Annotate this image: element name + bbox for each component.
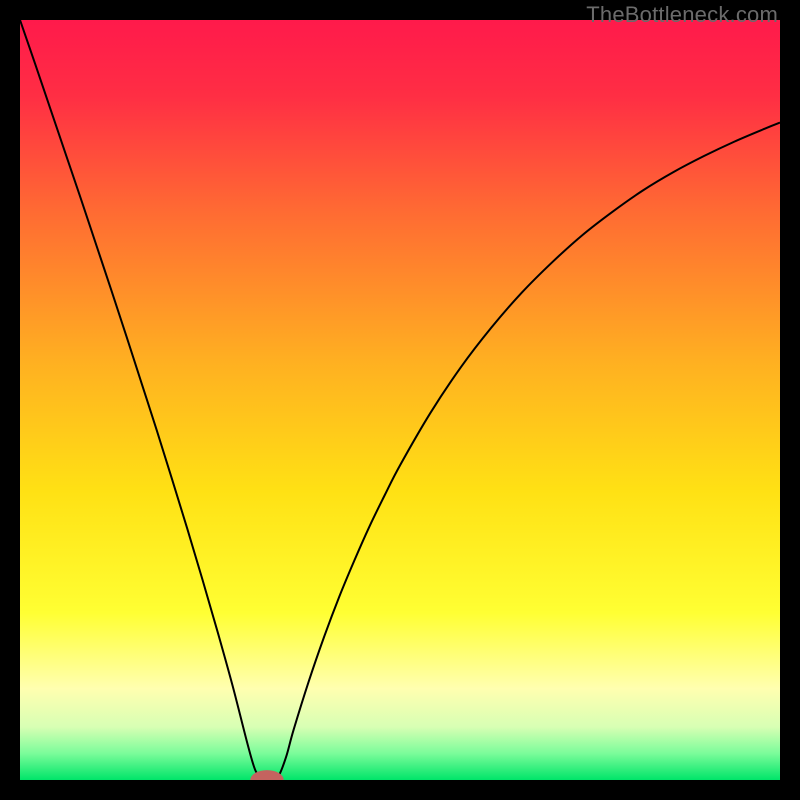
chart-frame: [20, 20, 780, 780]
chart-svg: [20, 20, 780, 780]
chart-background: [20, 20, 780, 780]
watermark-text: TheBottleneck.com: [586, 2, 778, 28]
